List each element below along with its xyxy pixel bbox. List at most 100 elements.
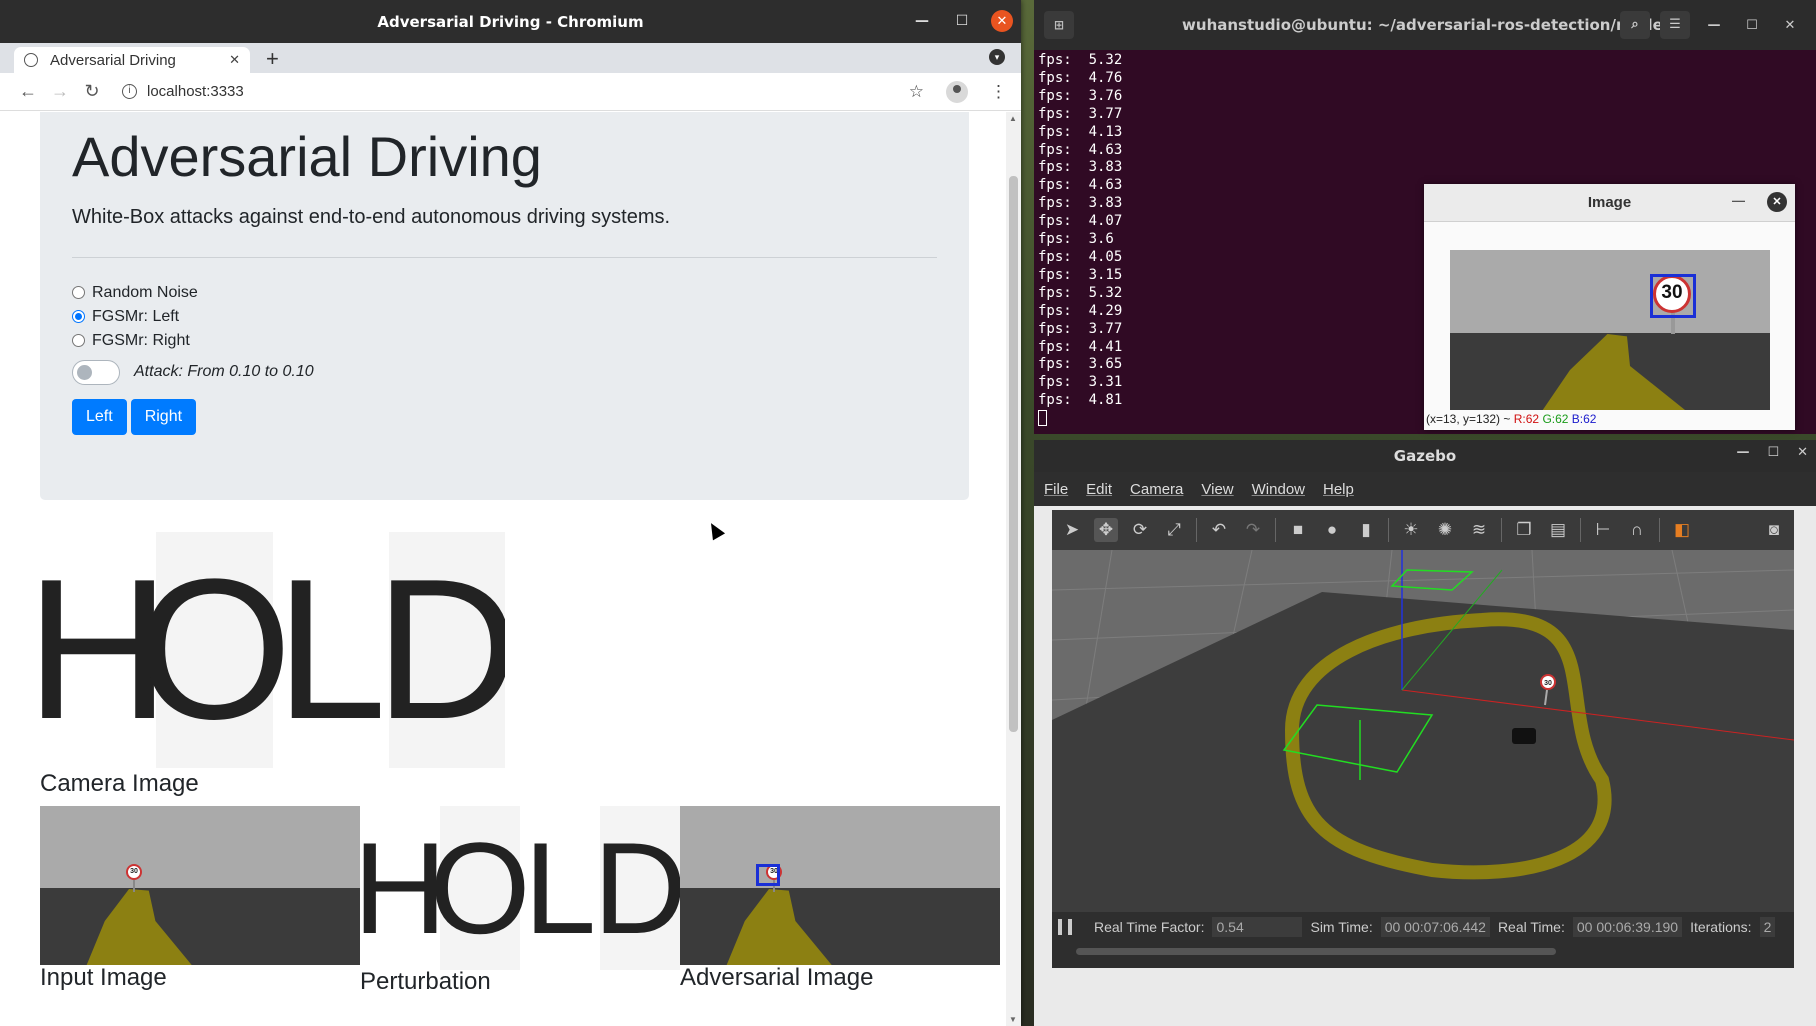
attack-toggle[interactable] [72, 359, 120, 385]
radio-button[interactable] [72, 310, 85, 324]
new-tab-icon[interactable]: + [266, 46, 279, 72]
view-angle-icon[interactable]: ◧ [1670, 518, 1694, 542]
cylinder-shape-icon[interactable]: ▮ [1354, 518, 1378, 542]
menu-file[interactable]: File [1044, 481, 1068, 498]
box-shape-icon[interactable]: ■ [1286, 518, 1310, 542]
minimize-icon[interactable]: — [1736, 445, 1749, 460]
hold-letter: L [275, 538, 387, 761]
gazebo-menubar: File Edit Camera View Window Help [1034, 472, 1816, 506]
page-scrollbar[interactable]: ▲ ▼ [1006, 112, 1021, 1026]
left-button[interactable]: Left [72, 398, 127, 435]
minimize-icon[interactable]: — [1700, 18, 1728, 33]
detection-image[interactable]: 30 [1450, 250, 1770, 410]
rtf-label: Real Time Factor: [1094, 919, 1205, 935]
maximize-icon[interactable]: ☐ [951, 10, 973, 32]
scroll-down-icon[interactable]: ▼ [1009, 1015, 1017, 1024]
gazebo-3d-scene[interactable]: 30 [1052, 550, 1794, 912]
close-icon[interactable]: ✕ [1767, 192, 1787, 212]
tab-strip: Adversarial Driving ✕ + ▾ [0, 43, 1021, 73]
sphere-shape-icon[interactable]: ● [1320, 518, 1344, 542]
info-icon[interactable]: i [122, 84, 137, 99]
minimize-icon[interactable]: — [1732, 193, 1745, 208]
radio-fgsmr-left[interactable]: FGSMr: Left [72, 308, 937, 326]
gazebo-status-bar: Real Time Factor: 0.54 Sim Time: 00 00:0… [1052, 912, 1794, 968]
close-icon[interactable]: ✕ [991, 10, 1013, 32]
image-window: Image — ✕ 30 (x=13, y=132) ~ R:62 G:62 B… [1424, 184, 1795, 430]
close-icon[interactable]: ✕ [1776, 18, 1804, 33]
scale-icon[interactable]: ⤢ [1162, 518, 1186, 542]
horizontal-scrollbar[interactable] [1076, 948, 1556, 955]
gazebo-title: Gazebo [1393, 447, 1457, 465]
perturbation-caption: Perturbation [360, 968, 491, 995]
copy-icon[interactable]: ❐ [1512, 518, 1536, 542]
minimize-icon[interactable]: — [911, 10, 933, 32]
directional-light-icon[interactable]: ≋ [1467, 518, 1491, 542]
page-viewport: Adversarial Driving White-Box attacks ag… [0, 112, 1021, 1026]
close-icon[interactable]: ✕ [1797, 445, 1808, 460]
profile-icon[interactable] [946, 80, 968, 103]
hold-letter: L [523, 815, 597, 961]
redo-icon[interactable]: ↷ [1241, 518, 1265, 542]
hold-letter: O [429, 806, 531, 970]
image-window-title: Image [1587, 194, 1632, 211]
maximize-icon[interactable]: ☐ [1738, 18, 1766, 33]
chromium-titlebar[interactable]: Adversarial Driving - Chromium — ☐ ✕ [0, 0, 1021, 43]
terminal-line: fps: 3.76 [1038, 87, 1123, 104]
gazebo-titlebar[interactable]: Gazebo — ☐ ✕ [1034, 440, 1816, 472]
right-button[interactable]: Right [130, 398, 197, 435]
pixel-status: (x=13, y=132) ~ R:62 G:62 B:62 [1426, 412, 1596, 426]
image-titlebar[interactable]: Image — ✕ [1424, 184, 1795, 222]
reload-icon[interactable]: ↻ [78, 81, 106, 102]
menu-view[interactable]: View [1201, 481, 1233, 498]
terminal-line: fps: 3.83 [1038, 159, 1123, 176]
radio-fgsmr-right[interactable]: FGSMr: Right [72, 332, 937, 350]
screenshot-icon[interactable]: ◙ [1762, 518, 1786, 542]
menu-help[interactable]: Help [1323, 481, 1354, 498]
pixel-green: G:62 [1542, 412, 1569, 426]
gazebo-toolbar: ➤ ✥ ⟳ ⤢ ↶ ↷ ■ ● ▮ ☀ ✺ ≋ ❐ ▤ ⊢ ∩ ◧ ◙ [1052, 510, 1794, 550]
new-terminal-tab-icon[interactable]: ⊞ [1044, 11, 1074, 39]
paste-icon[interactable]: ▤ [1546, 518, 1570, 542]
forward-icon[interactable]: → [46, 81, 74, 102]
pause-icon[interactable] [1058, 919, 1072, 935]
tab-close-icon[interactable]: ✕ [229, 52, 240, 68]
hamburger-menu-icon[interactable]: ☰ [1660, 11, 1690, 39]
browser-tab[interactable]: Adversarial Driving ✕ [14, 47, 250, 73]
snap-icon[interactable]: ∩ [1625, 518, 1649, 542]
adversarial-image: 30 [680, 806, 1000, 965]
spot-light-icon[interactable]: ✺ [1433, 518, 1457, 542]
terminal-line: fps: 4.13 [1038, 123, 1123, 140]
scroll-up-icon[interactable]: ▲ [1009, 114, 1017, 123]
gazebo-window: Gazebo — ☐ ✕ File Edit Camera View Windo… [1034, 440, 1816, 1026]
rotate-icon[interactable]: ⟳ [1128, 518, 1152, 542]
hold-letter: O [137, 532, 292, 768]
scrollbar-thumb[interactable] [1009, 176, 1018, 732]
point-light-icon[interactable]: ☀ [1399, 518, 1423, 542]
divider [72, 256, 937, 258]
real-time-label: Real Time: [1497, 919, 1565, 935]
perturbation-image: H O L D [360, 806, 680, 970]
select-arrow-icon[interactable]: ➤ [1060, 518, 1084, 542]
radio-random-noise[interactable]: Random Noise [72, 284, 937, 302]
menu-icon[interactable]: ⋮ [990, 82, 1007, 102]
maximize-icon[interactable]: ☐ [1767, 445, 1779, 460]
menu-window[interactable]: Window [1252, 481, 1305, 498]
back-icon[interactable]: ← [14, 81, 42, 102]
radio-button[interactable] [72, 334, 85, 348]
undo-icon[interactable]: ↶ [1207, 518, 1231, 542]
rtf-value: 0.54 [1212, 917, 1303, 937]
star-icon[interactable]: ☆ [909, 82, 924, 102]
real-time-value: 00 00:06:39.190 [1572, 917, 1683, 937]
sim-time-value: 00 00:07:06.442 [1380, 917, 1490, 937]
scene-speed-sign-text: 30 [1544, 680, 1552, 687]
address-bar[interactable]: i localhost:3333 [122, 83, 909, 100]
search-icon[interactable]: ⌕ [1620, 11, 1650, 39]
radio-button[interactable] [72, 286, 85, 300]
translate-icon[interactable]: ✥ [1094, 518, 1118, 542]
tab-search-icon[interactable]: ▾ [989, 49, 1005, 65]
terminal-titlebar[interactable]: ⊞ wuhanstudio@ubuntu: ~/adversarial-ros-… [1034, 0, 1816, 50]
menu-camera[interactable]: Camera [1130, 481, 1183, 498]
align-icon[interactable]: ⊢ [1591, 518, 1615, 542]
browser-toolbar: ← → ↻ i localhost:3333 ☆ ⋮ [0, 73, 1021, 111]
menu-edit[interactable]: Edit [1086, 481, 1112, 498]
